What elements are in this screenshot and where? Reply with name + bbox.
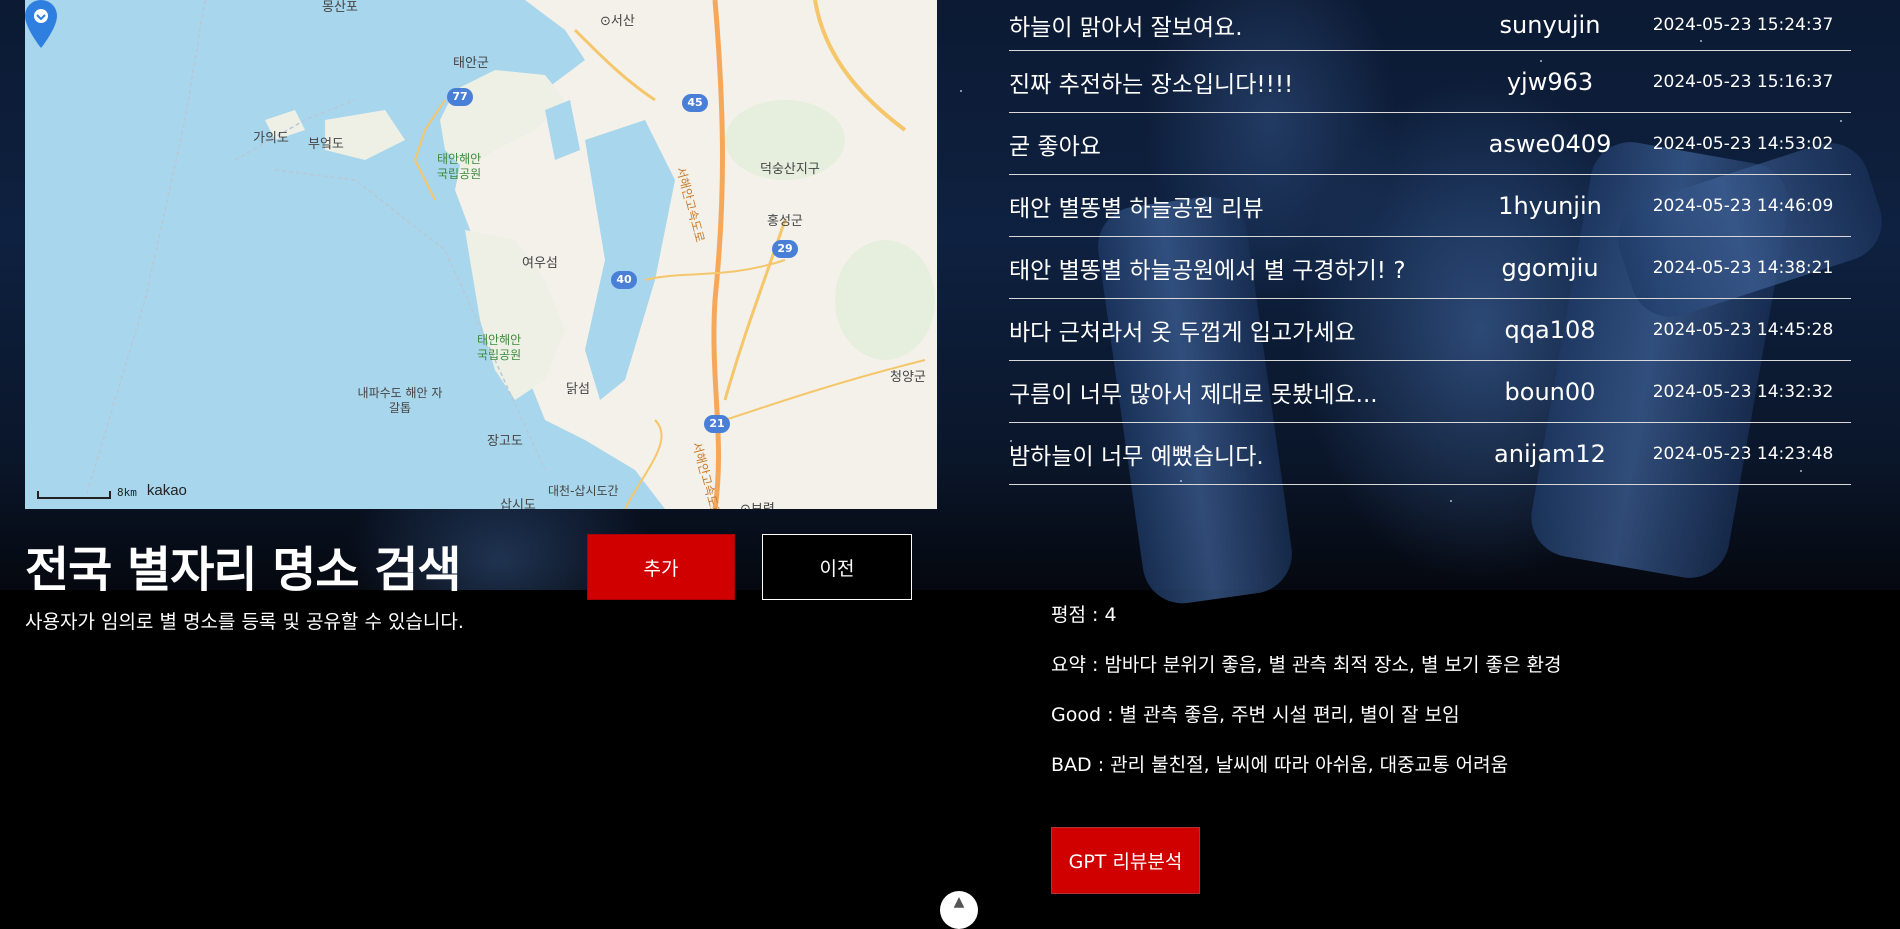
page-title: 전국 별자리 명소 검색 [25, 542, 462, 598]
scale-line [37, 491, 111, 499]
review-title[interactable]: 바다 근처라서 옷 두껍게 입고가세요 [1009, 313, 1465, 347]
map-label: 태안군 [453, 56, 489, 71]
map-brand-logo: kakao [146, 482, 187, 499]
review-row[interactable]: 태안 별똥별 하늘공원 리뷰 1hyunjin 2024-05-23 14:46… [1009, 175, 1851, 237]
review-row[interactable]: 하늘이 맑아서 잘보여요. sunyujin 2024-05-23 15:24:… [1009, 0, 1851, 51]
analysis-bad: BAD : 관리 불친절, 날씨에 따라 아쉬움, 대중교통 어려움 [1051, 754, 1509, 776]
review-row[interactable]: 진짜 추전하는 장소입니다!!!! yjw963 2024-05-23 15:1… [1009, 51, 1851, 113]
review-title[interactable]: 굳 좋아요 [1009, 127, 1465, 161]
review-row[interactable]: 밤하늘이 너무 예뻤습니다. anijam12 2024-05-23 14:23… [1009, 423, 1851, 485]
review-user: sunyujin [1499, 11, 1601, 39]
review-title[interactable]: 태안 별똥별 하늘공원 리뷰 [1009, 189, 1465, 223]
analysis-rating: 평점 : 4 [1051, 604, 1117, 626]
star [960, 90, 962, 92]
analysis-summary: 요약 : 밤바다 분위기 좋음, 별 관측 최적 장소, 별 보기 좋은 환경 [1051, 654, 1562, 676]
page-subtitle: 사용자가 임의로 별 명소를 등록 및 공유할 수 있습니다. [25, 611, 464, 633]
map-label: 부엌도 [308, 137, 344, 152]
review-date: 2024-05-23 14:53:02 [1652, 133, 1834, 154]
map-label: 내파수도 해안 자갈톱 [357, 386, 443, 415]
review-date: 2024-05-23 14:23:48 [1652, 443, 1834, 464]
review-title[interactable]: 하늘이 맑아서 잘보여요. [1009, 8, 1465, 42]
highway-badge: 40 [611, 271, 637, 289]
map-label: 태안해안 국립공원 [477, 333, 522, 362]
review-user: ggomjiu [1501, 253, 1599, 282]
review-user: aswe0409 [1488, 129, 1612, 158]
review-list: 하늘이 맑아서 잘보여요. sunyujin 2024-05-23 15:24:… [1009, 0, 1851, 485]
map-label: 덕숭산지구 [760, 162, 820, 177]
highway-badge: 21 [704, 415, 730, 433]
gpt-review-analysis-button[interactable]: GPT 리뷰분석 [1051, 827, 1200, 894]
review-user: 1hyunjin [1498, 191, 1602, 220]
add-button[interactable]: 추가 [587, 534, 735, 600]
map-scale: 8km kakao [37, 482, 187, 499]
map-label: 대천-삽시도간 [548, 484, 619, 498]
star [1450, 500, 1452, 502]
review-row[interactable]: 구름이 너무 많아서 제대로 못봤네요... boun00 2024-05-23… [1009, 361, 1851, 423]
map-label: 삽시도 [500, 498, 536, 509]
review-date: 2024-05-23 14:38:21 [1652, 257, 1834, 278]
map-label: 태안해안 국립공원 [437, 152, 482, 181]
review-title[interactable]: 밤하늘이 너무 예뻤습니다. [1009, 437, 1465, 471]
analysis-good: Good : 별 관측 좋음, 주변 시설 편리, 별이 잘 보임 [1051, 704, 1460, 726]
previous-button[interactable]: 이전 [762, 534, 912, 600]
review-user: qqa108 [1504, 315, 1596, 344]
map-label: 닭섬 [566, 382, 590, 397]
review-date: 2024-05-23 14:46:09 [1652, 195, 1834, 216]
map-label: 홍성군 [767, 214, 803, 229]
map-view[interactable]: 몽산포 ⊙서산 태안군 가의도 부엌도 태안해안 국립공원 덕숭산지구 홍성군 … [25, 0, 937, 509]
review-user: yjw963 [1506, 67, 1594, 96]
review-row[interactable]: 굳 좋아요 aswe0409 2024-05-23 14:53:02 [1009, 113, 1851, 175]
review-user: anijam12 [1494, 439, 1606, 468]
map-label: 가의도 [253, 131, 289, 146]
review-title[interactable]: 진짜 추전하는 장소입니다!!!! [1009, 65, 1465, 99]
map-label: ⊙서산 [600, 14, 635, 29]
map-label: 장고도 [487, 434, 523, 449]
review-row[interactable]: 바다 근처라서 옷 두껍게 입고가세요 qqa108 2024-05-23 14… [1009, 299, 1851, 361]
review-title[interactable]: 구름이 너무 많아서 제대로 못봤네요... [1009, 375, 1465, 409]
arrow-up-icon[interactable]: ▲ [940, 891, 978, 929]
review-title[interactable]: 태안 별똥별 하늘공원에서 별 구경하기! ? [1009, 251, 1465, 285]
highway-badge: 77 [447, 88, 473, 106]
review-date: 2024-05-23 14:45:28 [1652, 319, 1834, 340]
map-label: ⊙보령 [740, 498, 775, 509]
review-user: boun00 [1504, 377, 1596, 406]
scale-text: 8km [117, 486, 137, 499]
review-date: 2024-05-23 14:32:32 [1652, 381, 1834, 402]
review-row[interactable]: 태안 별똥별 하늘공원에서 별 구경하기! ? ggomjiu 2024-05-… [1009, 237, 1851, 299]
map-label: 여우섬 [522, 256, 558, 271]
highway-badge: 45 [682, 94, 708, 112]
review-analysis: 평점 : 4 요약 : 밤바다 분위기 좋음, 별 관측 최적 장소, 별 보기… [1051, 600, 1561, 800]
map-terrain [84, 0, 937, 509]
highway-badge: 29 [772, 240, 798, 258]
review-date: 2024-05-23 15:24:37 [1652, 15, 1834, 35]
location-pin-icon[interactable] [25, 0, 57, 48]
review-date: 2024-05-23 15:16:37 [1652, 71, 1834, 92]
map-label: 몽산포 [322, 0, 358, 15]
map-label: 청양군 [890, 370, 926, 385]
